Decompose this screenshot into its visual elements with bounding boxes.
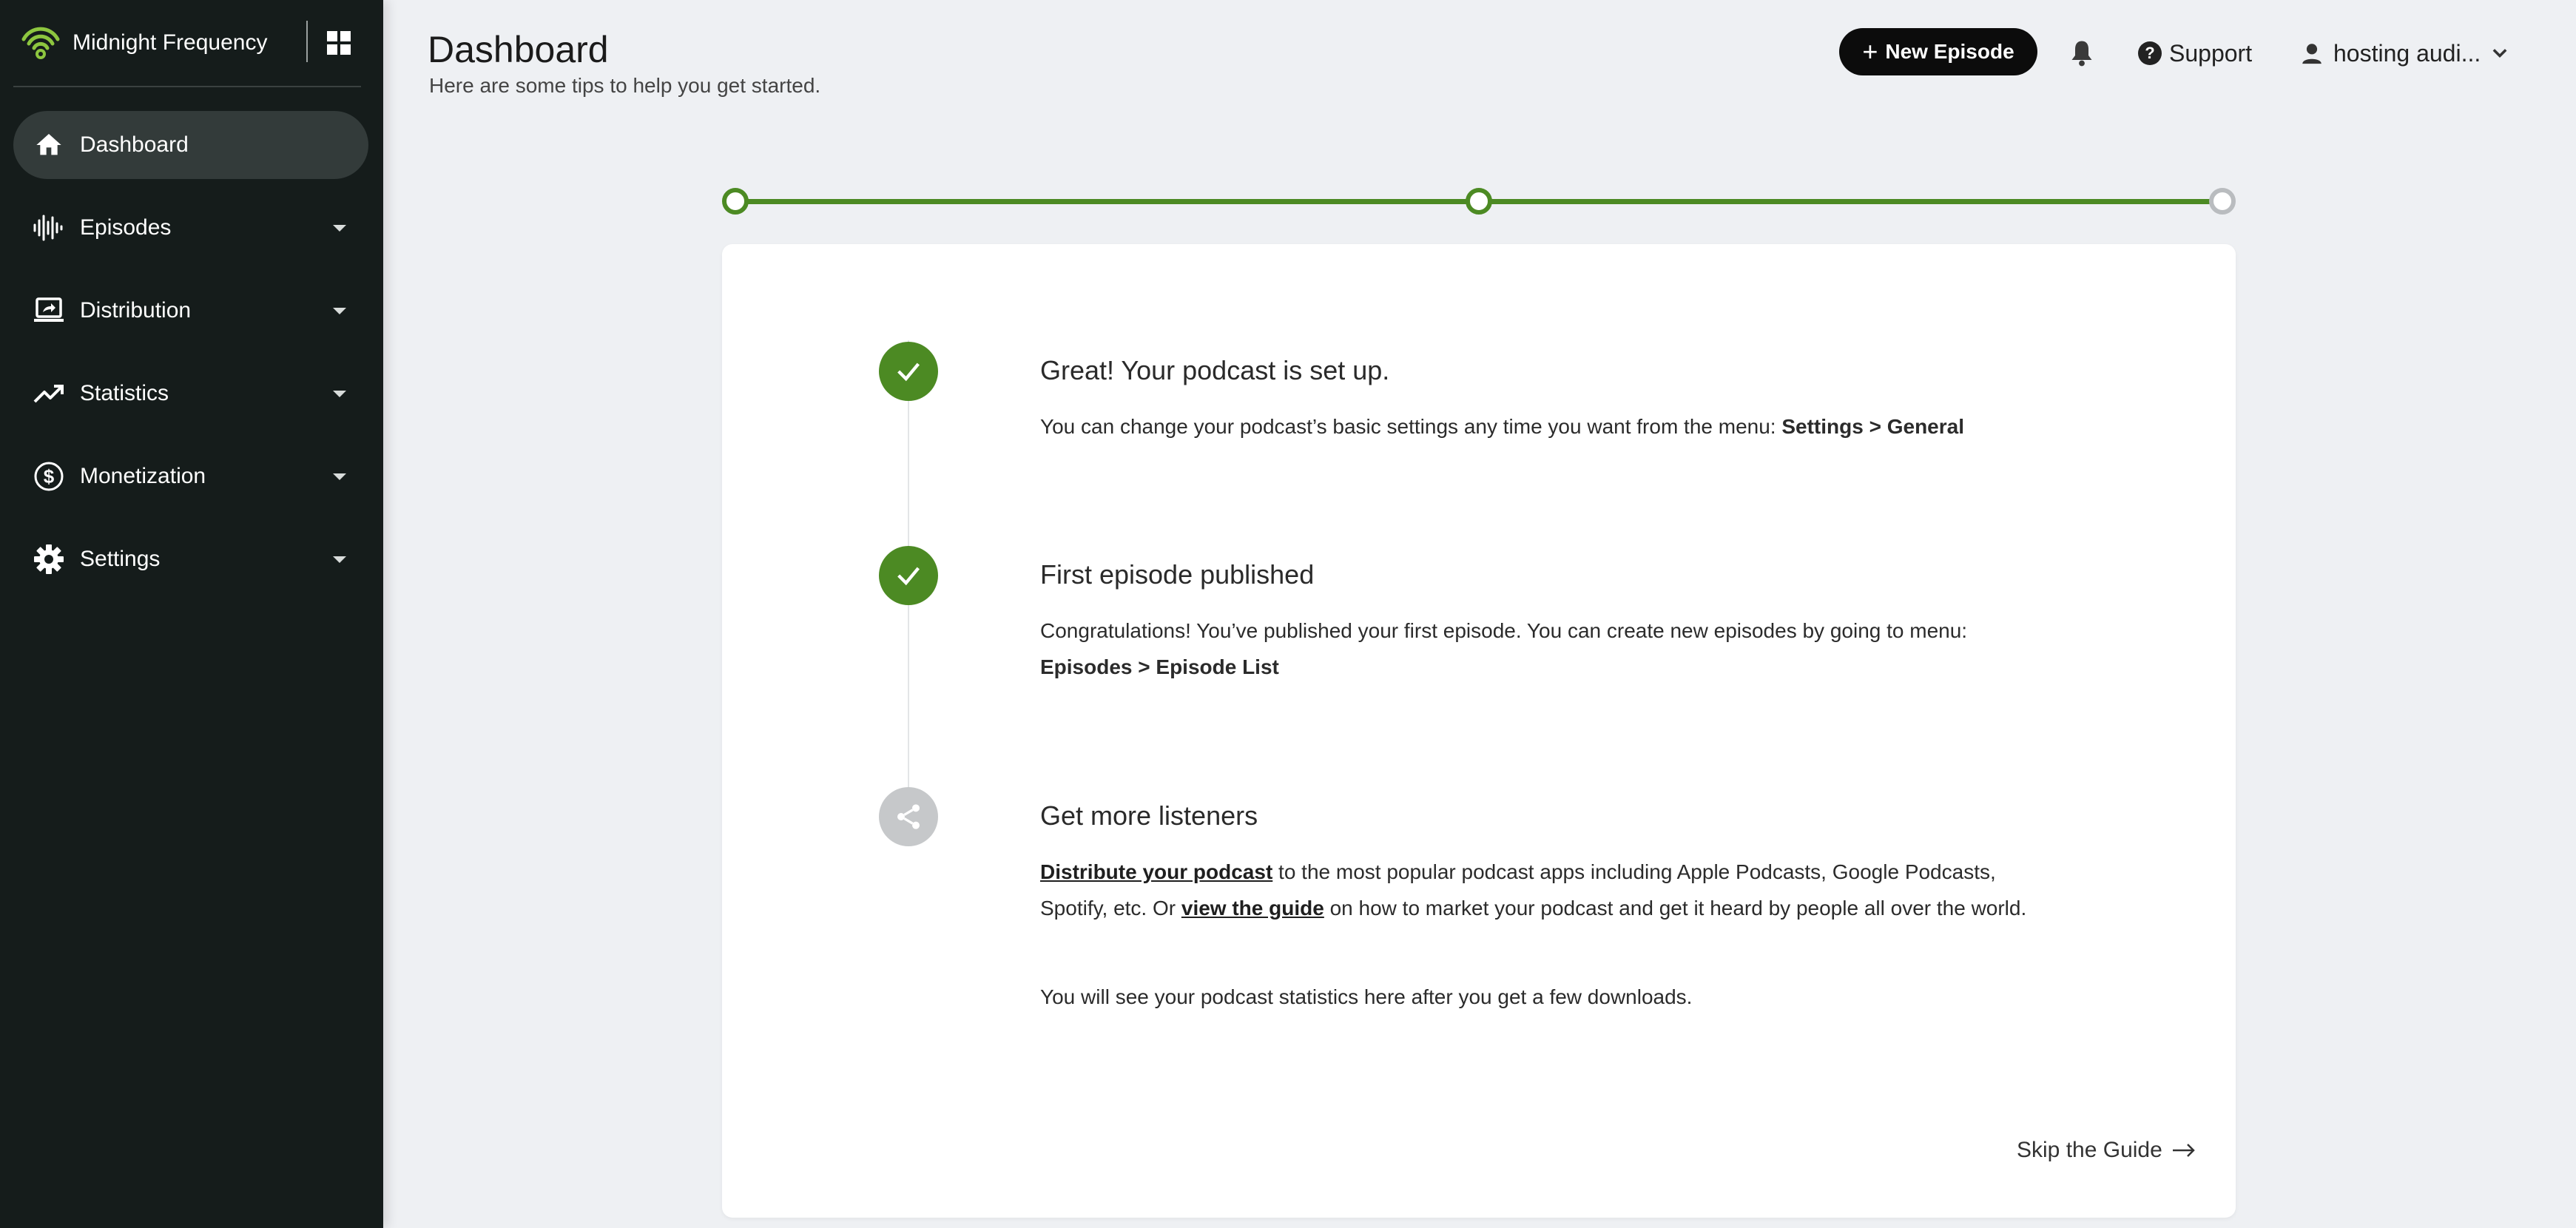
help-icon: ? bbox=[2138, 41, 2162, 65]
step-title: First episode published bbox=[1040, 559, 1315, 590]
caret-down-icon bbox=[333, 473, 346, 480]
account-menu[interactable]: hosting audi... bbox=[2299, 36, 2510, 71]
progress-step-3 bbox=[2209, 188, 2236, 215]
view-guide-link[interactable]: view the guide bbox=[1181, 897, 1324, 920]
step-text: Congratulations! You’ve published your f… bbox=[1040, 619, 1968, 642]
gear-icon bbox=[33, 543, 65, 576]
caret-down-icon bbox=[333, 225, 346, 232]
apps-grid-icon[interactable] bbox=[327, 31, 351, 55]
podcast-logo-icon bbox=[21, 27, 60, 59]
menu-path: Settings > General bbox=[1781, 415, 1964, 438]
check-icon bbox=[897, 567, 920, 586]
caret-down-icon bbox=[333, 391, 346, 397]
svg-text:$: $ bbox=[44, 465, 55, 488]
step-text: on how to market your podcast and get it… bbox=[1324, 897, 2027, 920]
user-icon bbox=[2302, 44, 2322, 64]
page-subtitle: Here are some tips to help you get start… bbox=[429, 74, 821, 97]
step-title: Get more listeners bbox=[1040, 800, 1258, 831]
support-label: Support bbox=[2169, 39, 2253, 67]
skip-guide-label: Skip the Guide bbox=[2017, 1138, 2162, 1162]
audio-wave-icon bbox=[33, 212, 65, 244]
sidebar-item-label: Monetization bbox=[80, 464, 206, 488]
sidebar-item-label: Settings bbox=[80, 547, 161, 571]
sidebar-divider bbox=[13, 86, 361, 87]
step-complete-badge bbox=[879, 546, 938, 605]
check-icon bbox=[897, 362, 920, 382]
new-episode-button[interactable]: + New Episode bbox=[1839, 28, 2037, 75]
brand-name: Midnight Frequency bbox=[73, 30, 268, 55]
sidebar-item-label: Dashboard bbox=[80, 132, 189, 157]
sidebar-item-statistics[interactable]: Statistics bbox=[13, 360, 368, 428]
setup-progress bbox=[722, 186, 2236, 216]
step-description: Congratulations! You’ve published your f… bbox=[1040, 613, 2032, 685]
brand[interactable]: Midnight Frequency bbox=[19, 21, 267, 65]
laptop-share-icon bbox=[33, 294, 65, 327]
menu-path: Episodes > Episode List bbox=[1040, 655, 1279, 678]
support-link[interactable]: ? Support bbox=[2138, 36, 2252, 71]
sidebar-item-label: Distribution bbox=[80, 298, 192, 323]
progress-step-2 bbox=[1466, 188, 1492, 215]
plus-icon: + bbox=[1862, 36, 1878, 67]
stats-note: You will see your podcast statistics her… bbox=[1040, 985, 1693, 1008]
chevron-down-icon bbox=[2492, 49, 2507, 58]
step-complete-badge bbox=[879, 342, 938, 401]
sidebar-item-monetization[interactable]: $ Monetization bbox=[13, 442, 368, 510]
page-title: Dashboard bbox=[428, 29, 609, 70]
home-icon bbox=[33, 129, 65, 161]
sidebar-item-label: Statistics bbox=[80, 381, 169, 405]
new-episode-label: New Episode bbox=[1885, 40, 2014, 63]
trending-up-icon bbox=[33, 377, 65, 410]
caret-down-icon bbox=[333, 308, 346, 314]
account-name: hosting audi... bbox=[2333, 39, 2481, 67]
distribute-podcast-link[interactable]: Distribute your podcast bbox=[1040, 860, 1272, 883]
skip-guide-link[interactable]: Skip the Guide bbox=[2017, 1138, 2196, 1163]
step-title: Great! Your podcast is set up. bbox=[1040, 355, 1390, 385]
bell-icon[interactable] bbox=[2068, 38, 2095, 68]
arrow-right-icon bbox=[2172, 1144, 2195, 1157]
caret-down-icon bbox=[333, 556, 346, 563]
step-description: You can change your podcast’s basic sett… bbox=[1040, 408, 2032, 445]
progress-step-1 bbox=[722, 188, 749, 215]
dollar-circle-icon: $ bbox=[33, 460, 65, 493]
share-icon bbox=[897, 804, 920, 829]
sidebar-item-settings[interactable]: Settings bbox=[13, 525, 368, 593]
sidebar-item-dashboard[interactable]: Dashboard bbox=[13, 111, 368, 179]
brand-divider bbox=[306, 21, 308, 62]
step-pending-badge bbox=[879, 787, 938, 846]
step-text: You can change your podcast’s basic sett… bbox=[1040, 415, 1782, 438]
sidebar: Midnight Frequency Dashboard Episodes Di… bbox=[0, 0, 383, 1228]
sidebar-nav: Dashboard Episodes Distribution Statisti… bbox=[13, 111, 368, 608]
sidebar-item-distribution[interactable]: Distribution bbox=[13, 277, 368, 345]
sidebar-item-episodes[interactable]: Episodes bbox=[13, 194, 368, 262]
getting-started-card: Great! Your podcast is set up. You can c… bbox=[722, 244, 2236, 1218]
sidebar-item-label: Episodes bbox=[80, 215, 172, 240]
step-description: Distribute your podcast to the most popu… bbox=[1040, 854, 2032, 926]
